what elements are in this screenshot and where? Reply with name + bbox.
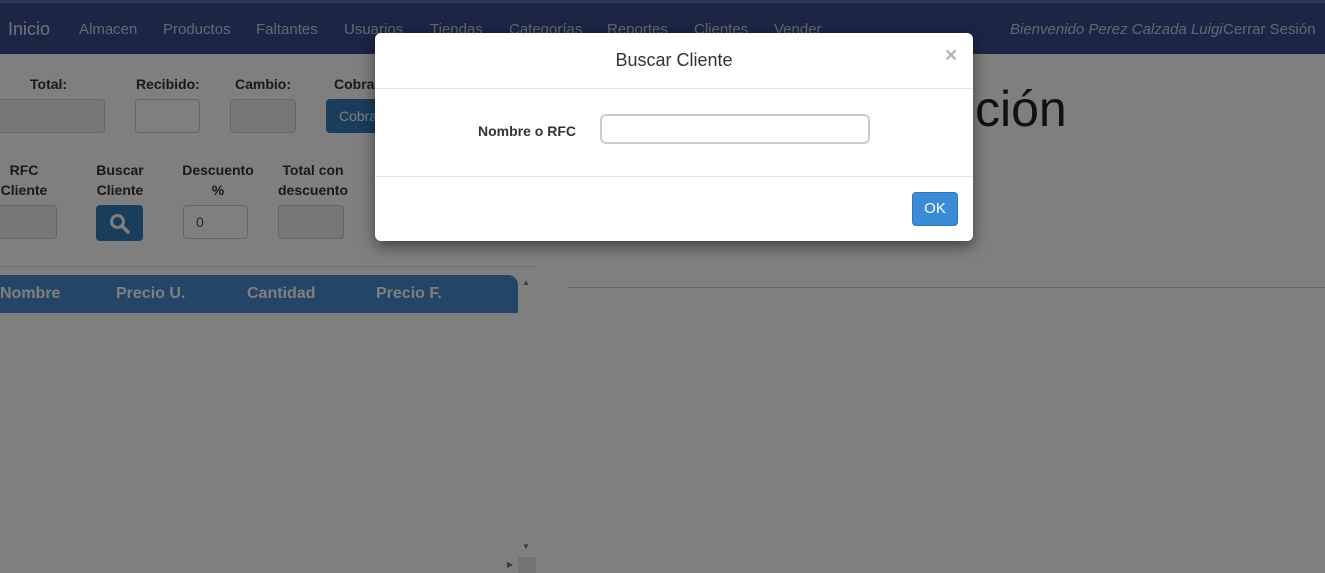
nombre-rfc-label: Nombre o RFC [478, 123, 576, 139]
close-icon[interactable]: × [945, 45, 957, 66]
modal-header: Buscar Cliente × [375, 33, 973, 89]
nombre-rfc-input[interactable] [600, 114, 870, 144]
buscar-cliente-modal: Buscar Cliente × Nombre o RFC OK [375, 33, 973, 241]
ok-button[interactable]: OK [912, 192, 958, 226]
modal-footer-divider [375, 176, 973, 177]
modal-title: Buscar Cliente [615, 50, 733, 70]
